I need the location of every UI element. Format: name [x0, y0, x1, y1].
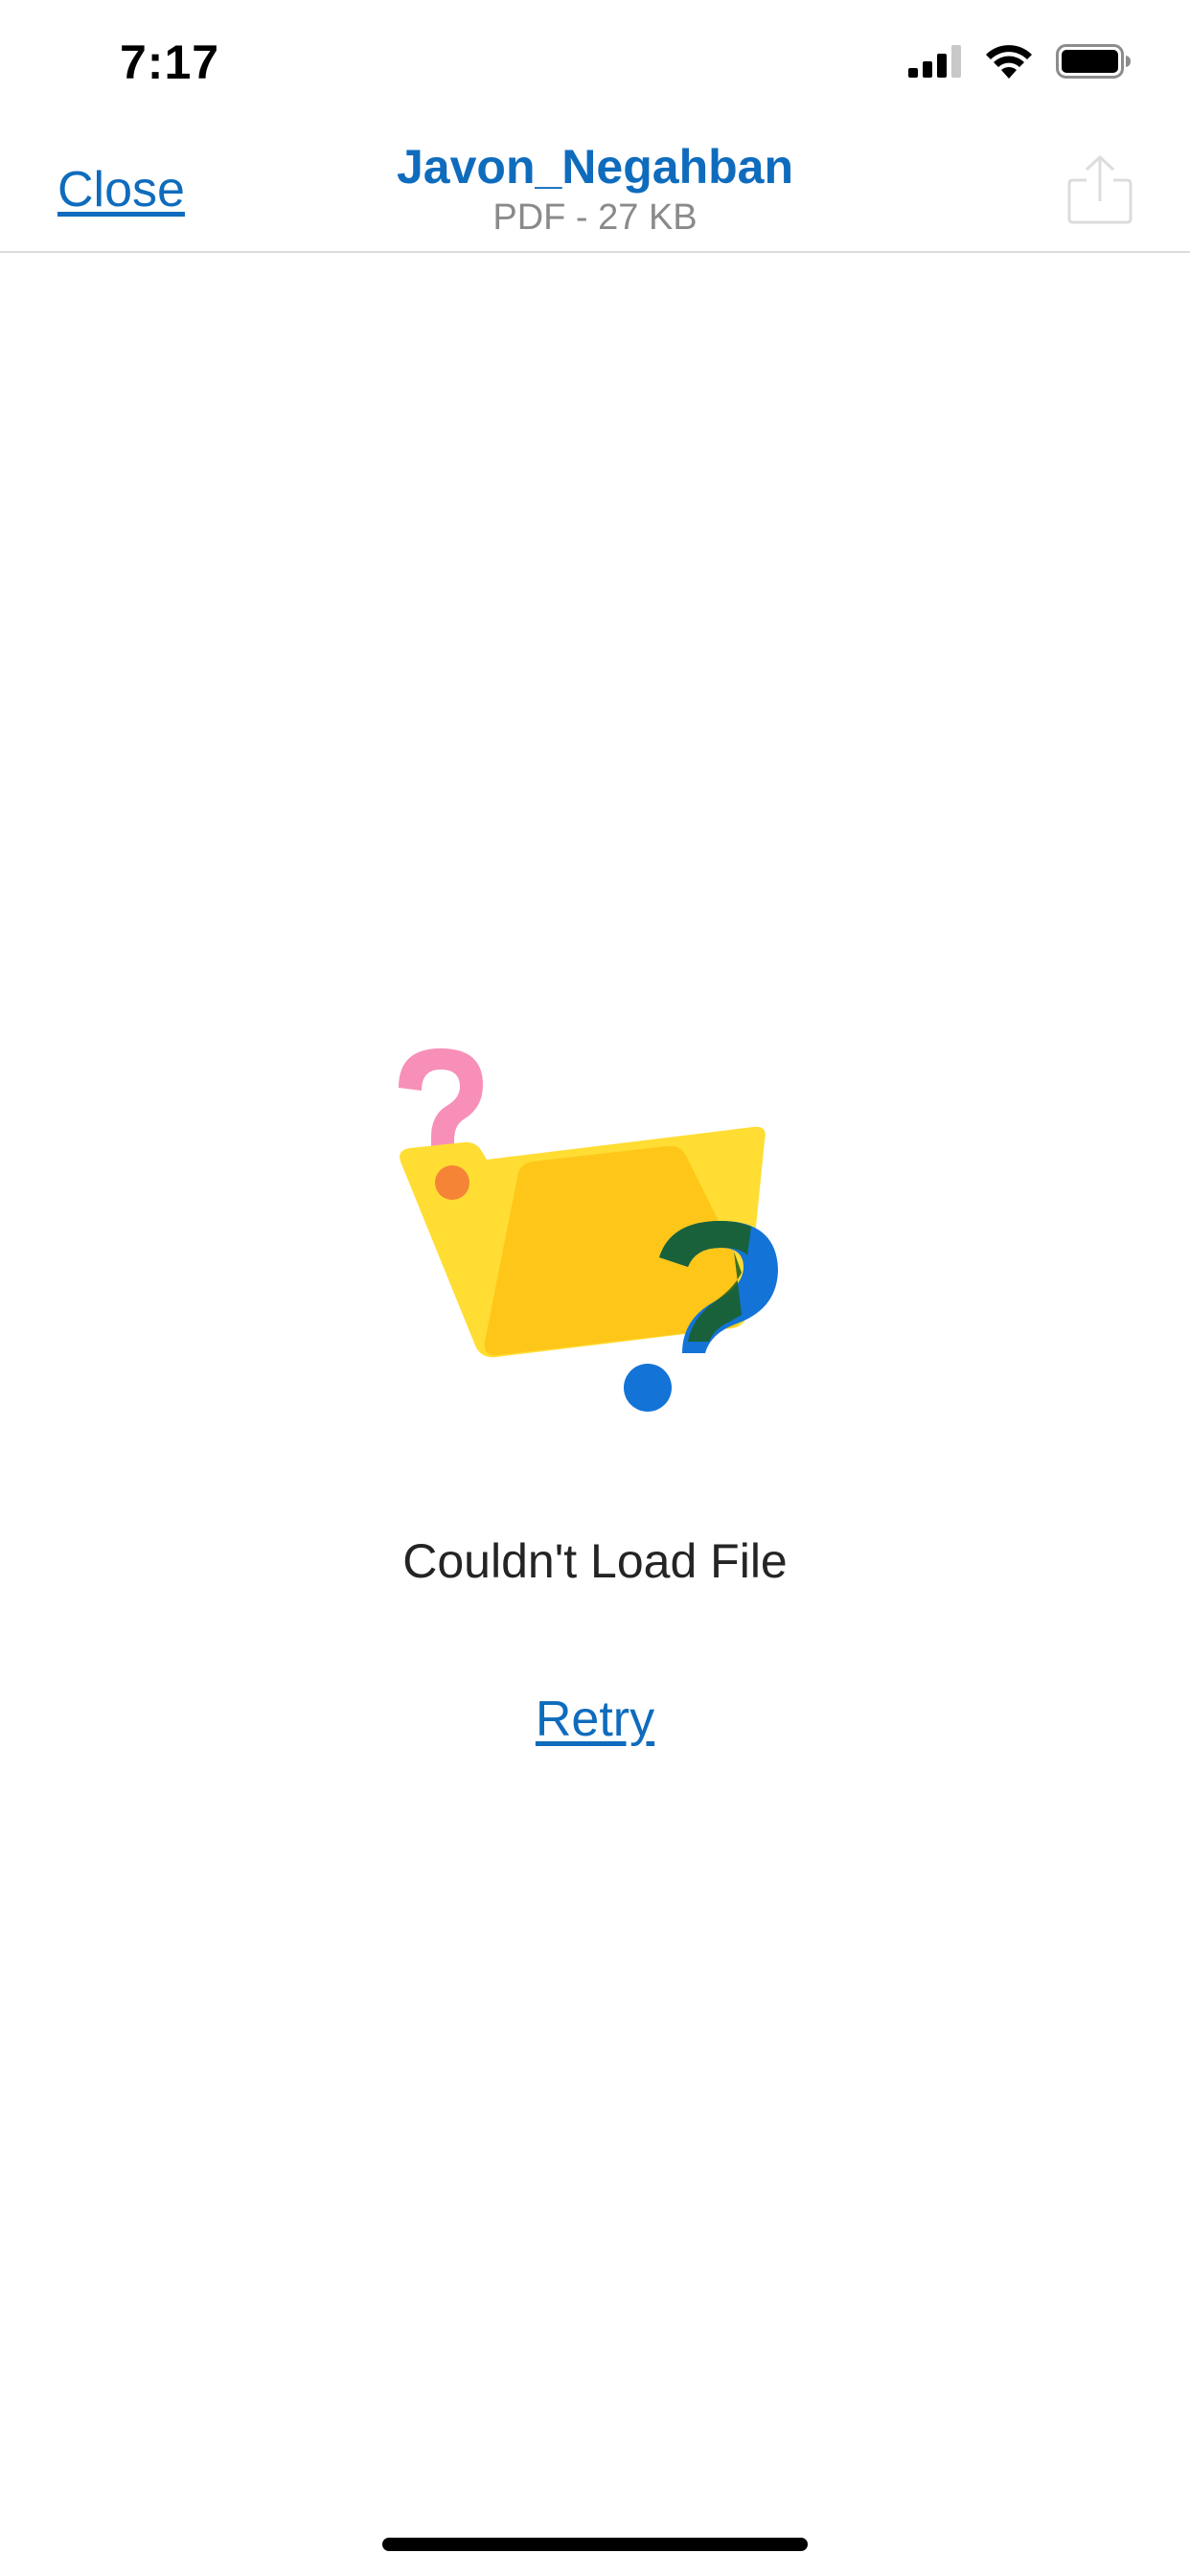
close-button[interactable]: Close: [57, 161, 185, 218]
file-meta-subtitle: PDF - 27 KB: [492, 197, 698, 238]
title-block: Javon_Negahban PDF - 27 KB: [308, 138, 882, 240]
status-icons: [908, 44, 1131, 79]
error-message: Couldn't Load File: [402, 1534, 788, 1588]
status-time: 7:17: [120, 35, 220, 89]
status-bar: 7:17: [0, 0, 1190, 126]
nav-header: Close Javon_Negahban PDF - 27 KB: [0, 126, 1190, 253]
folder-question-icon: [399, 1048, 778, 1412]
share-icon[interactable]: [1065, 153, 1134, 226]
retry-button[interactable]: Retry: [536, 1691, 654, 1747]
cellular-signal-icon: [908, 45, 961, 78]
home-indicator[interactable]: [382, 2538, 808, 2551]
file-viewer-screen: 7:17 Close Javon_Negahban PDF - 27 KB Co…: [0, 0, 1190, 2576]
battery-icon: [1056, 44, 1131, 79]
file-name-title: Javon_Negahban: [396, 140, 793, 194]
retry-row: Retry: [0, 1690, 1190, 1748]
wifi-icon: [986, 45, 1032, 79]
